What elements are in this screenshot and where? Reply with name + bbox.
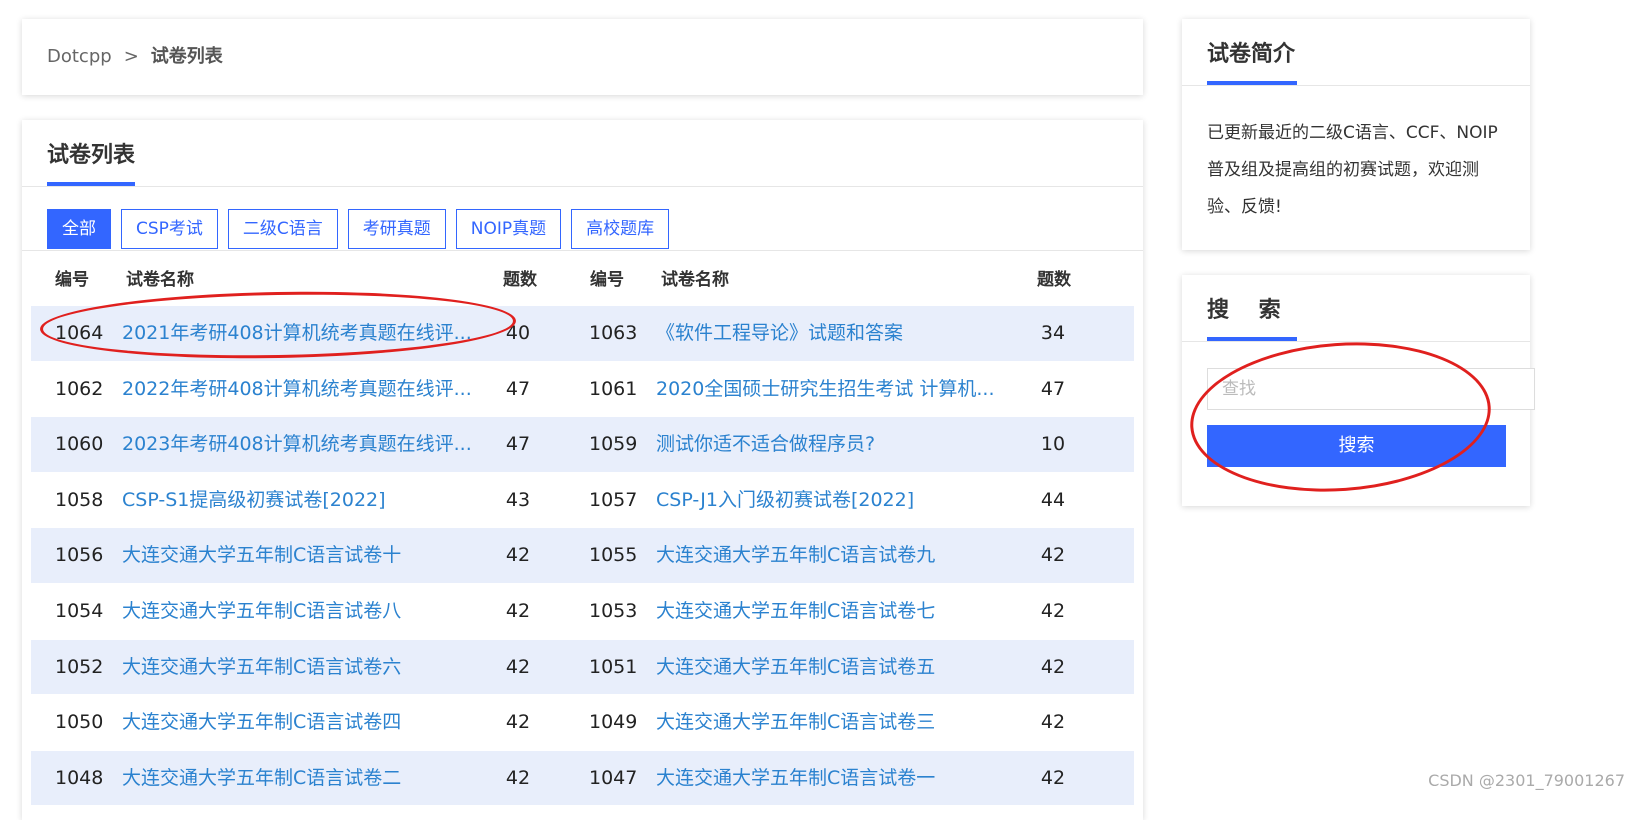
tab-3[interactable]: 考研真题 <box>347 209 446 249</box>
exam-name-link[interactable]: CSP-J1入门级初赛试卷[2022] <box>656 473 1016 527</box>
exam-name-link[interactable]: 大连交通大学五年制C语言试卷九 <box>656 528 1016 582</box>
exam-id: 1060 <box>55 433 104 456</box>
breadcrumb-home-link[interactable]: Dotcpp <box>47 46 112 67</box>
exam-list-title: 试卷列表 <box>47 143 136 168</box>
exam-name-link[interactable]: 测试你适不适合做程序员? <box>656 417 1016 471</box>
exam-id: 1057 <box>589 488 638 511</box>
exam-id: 1064 <box>55 322 104 344</box>
breadcrumb: Dotcpp > 试卷列表 <box>47 19 223 95</box>
header-name: 试卷名称 <box>661 270 729 290</box>
exam-name-link[interactable]: CSP-S1提高级初赛试卷[2022] <box>122 473 482 527</box>
exam-id: 1062 <box>55 377 104 400</box>
table-row: 1052 大连交通大学五年制C语言试卷六 42 1051 大连交通大学五年制C语言试卷五… <box>31 639 1134 696</box>
divider <box>22 186 1143 187</box>
exam-count: 42 <box>505 655 531 678</box>
exam-count: 42 <box>1040 544 1066 567</box>
divider <box>1182 341 1530 342</box>
exam-name-link[interactable]: 大连交通大学五年制C语言试卷六 <box>122 640 482 694</box>
exam-id: 1053 <box>589 599 638 622</box>
intro-text: 已更新最近的二级C语言、CCF、NOIP普及组及提高组的初赛试题，欢迎测验、反馈… <box>1207 123 1498 217</box>
header-count: 题数 <box>503 270 537 290</box>
exam-count: 40 <box>505 322 531 344</box>
exam-name-link[interactable]: 大连交通大学五年制C语言试卷四 <box>122 695 482 749</box>
tab-2[interactable]: 二级C语言 <box>227 209 338 249</box>
exam-count: 42 <box>1040 711 1066 734</box>
exam-count: 34 <box>1040 322 1066 344</box>
exam-count: 47 <box>505 433 531 456</box>
exam-count: 42 <box>1040 766 1066 789</box>
table-row: 1064 2021年考研408计算机统考真题在线评... 40 1063 《软件工程导论… <box>31 306 1134 362</box>
exam-count: 47 <box>1040 377 1066 400</box>
exam-id: 1056 <box>55 544 104 567</box>
search-button[interactable]: 搜索 <box>1207 425 1506 467</box>
tab-4[interactable]: NOIP真题 <box>455 209 562 249</box>
exam-id: 1054 <box>55 599 104 622</box>
breadcrumb-separator: > <box>123 46 139 67</box>
exam-table: 1064 2021年考研408计算机统考真题在线评... 40 1063 《软件工程导论… <box>31 306 1134 807</box>
exam-name-link[interactable]: 大连交通大学五年制C语言试卷二 <box>122 751 482 805</box>
exam-name-link[interactable]: 《软件工程导论》试题和答案 <box>656 306 1016 360</box>
exam-id: 1061 <box>589 377 638 400</box>
table-row: 1054 大连交通大学五年制C语言试卷八 42 1053 大连交通大学五年制C语言试卷七… <box>31 584 1134 640</box>
divider <box>22 250 1143 251</box>
exam-name-link[interactable]: 2021年考研408计算机统考真题在线评... <box>122 306 482 360</box>
exam-name-link[interactable]: 2022年考研408计算机统考真题在线评... <box>122 362 482 416</box>
tab-0[interactable]: 全部 <box>47 209 111 249</box>
exam-list-card: 试卷列表 全部 CSP考试 二级C语言 考研真题 NOIP真题 高校题库 编号 试卷名称 … <box>22 120 1143 820</box>
exam-id: 1048 <box>55 766 104 789</box>
intro-title: 试卷简介 <box>1207 42 1296 67</box>
exam-count: 42 <box>1040 599 1066 622</box>
table-row: 1056 大连交通大学五年制C语言试卷十 42 1055 大连交通大学五年制C语言试卷九… <box>31 528 1134 584</box>
table-header: 编号 试卷名称 题数 编号 试卷名称 题数 <box>31 260 1134 300</box>
exam-id: 1055 <box>589 544 638 567</box>
exam-name-link[interactable]: 大连交通大学五年制C语言试卷一 <box>656 751 1016 805</box>
header-id: 编号 <box>590 270 624 290</box>
exam-id: 1049 <box>589 711 638 734</box>
exam-name-link[interactable]: 2020全国硕士研究生招生考试 计算机... <box>656 362 1016 416</box>
exam-name-link[interactable]: 大连交通大学五年制C语言试卷三 <box>656 695 1016 749</box>
table-row: 1060 2023年考研408计算机统考真题在线评... 47 1059 测试你适不适合… <box>31 417 1134 473</box>
exam-count: 43 <box>505 488 531 511</box>
tab-5[interactable]: 高校题库 <box>571 209 670 249</box>
exam-name-link[interactable]: 大连交通大学五年制C语言试卷八 <box>122 584 482 638</box>
exam-count: 42 <box>505 544 531 567</box>
search-input[interactable] <box>1207 368 1535 410</box>
search-card: 搜 索 搜索 <box>1182 275 1535 506</box>
exam-count: 10 <box>1040 433 1066 456</box>
exam-name-link[interactable]: 大连交通大学五年制C语言试卷十 <box>122 528 482 582</box>
exam-id: 1052 <box>55 655 104 678</box>
table-row: 1058 CSP-S1提高级初赛试卷[2022] 43 1057 CSP-J1入门级初赛… <box>31 473 1134 529</box>
exam-id: 1047 <box>589 766 638 789</box>
exam-name-link[interactable]: 大连交通大学五年制C语言试卷七 <box>656 584 1016 638</box>
breadcrumb-card: Dotcpp > 试卷列表 <box>22 19 1143 95</box>
exam-id: 1050 <box>55 711 104 734</box>
exam-count: 42 <box>505 766 531 789</box>
watermark: CSDN @2301_79001267 <box>1428 771 1625 790</box>
exam-name-link[interactable]: 大连交通大学五年制C语言试卷五 <box>656 640 1016 694</box>
exam-name-link[interactable]: 2023年考研408计算机统考真题在线评... <box>122 417 482 471</box>
exam-count: 47 <box>505 377 531 400</box>
tab-1[interactable]: CSP考试 <box>121 209 218 249</box>
table-row: 1062 2022年考研408计算机统考真题在线评... 47 1061 2020全国硕… <box>31 362 1134 418</box>
exam-count: 42 <box>1040 655 1066 678</box>
search-title: 搜 索 <box>1207 298 1281 323</box>
header-count: 题数 <box>1037 270 1071 290</box>
exam-count: 44 <box>1040 488 1066 511</box>
breadcrumb-current: 试卷列表 <box>150 46 223 67</box>
category-tabs: 全部 CSP考试 二级C语言 考研真题 NOIP真题 高校题库 <box>47 209 670 249</box>
header-name: 试卷名称 <box>126 270 194 290</box>
table-row: 1050 大连交通大学五年制C语言试卷四 42 1049 大连交通大学五年制C语言试卷三… <box>31 695 1134 751</box>
exam-id: 1051 <box>589 655 638 678</box>
exam-id: 1058 <box>55 488 104 511</box>
exam-count: 42 <box>505 599 531 622</box>
exam-id: 1063 <box>589 322 638 344</box>
header-id: 编号 <box>55 270 89 290</box>
divider <box>1182 85 1530 86</box>
table-row: 1048 大连交通大学五年制C语言试卷二 42 1047 大连交通大学五年制C语言试卷一… <box>31 750 1134 807</box>
exam-count: 42 <box>505 711 531 734</box>
exam-id: 1059 <box>589 433 638 456</box>
intro-card: 试卷简介 已更新最近的二级C语言、CCF、NOIP普及组及提高组的初赛试题，欢迎… <box>1182 19 1530 250</box>
